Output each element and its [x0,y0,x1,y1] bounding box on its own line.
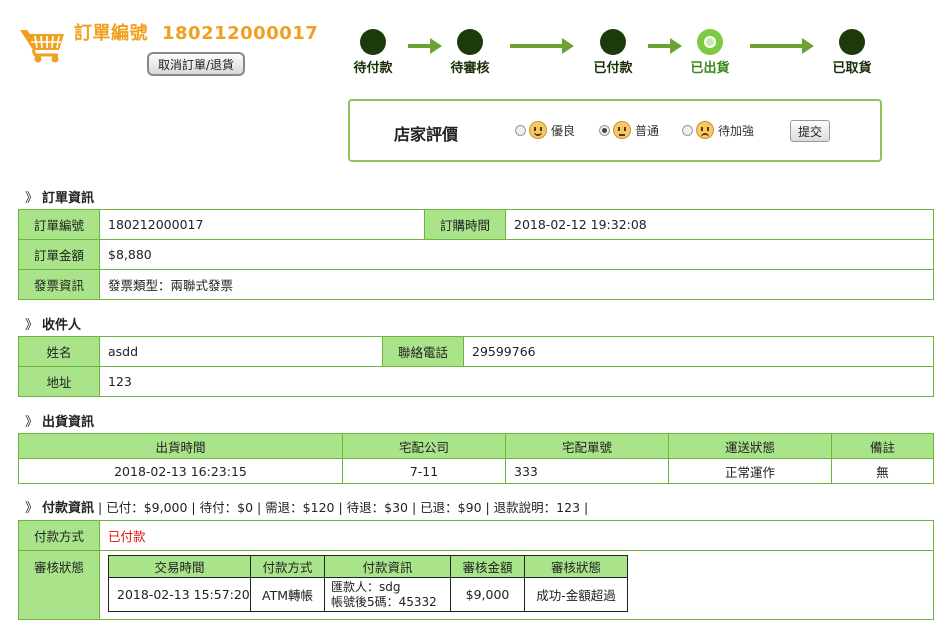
review-payment-method: ATM轉帳 [250,577,325,612]
invoice-label: 發票資訊 [18,269,100,300]
double-chevron-icon: 》 [25,501,39,516]
review-status-label: 審核狀態 [18,550,100,620]
column-header: 交易時間 [108,555,251,578]
order-title-label: 訂單編號 [74,23,148,44]
payment-table: 付款方式 已付款 審核狀態 交易時間 付款方式 付款資訊 審核金額 審核狀態 2… [18,520,934,620]
step-label: 已取貨 [832,61,872,76]
neutral-face-icon [613,121,631,139]
column-header: 宅配單號 [505,433,669,459]
step-dot [600,29,626,55]
step-label: 已付款 [593,61,633,76]
column-header: 運送狀態 [668,433,832,459]
order-info-table: 訂單編號 180212000017 訂購時間 2018-02-12 19:32:… [18,209,934,300]
phone-label: 聯絡電話 [382,336,464,367]
rating-option-normal[interactable]: 普通 [599,121,659,139]
column-header: 出貨時間 [18,433,343,459]
column-header: 審核狀態 [524,555,628,578]
order-no-label: 訂單編號 [18,209,100,240]
payment-method-value: 已付款 [99,520,934,551]
order-title: 訂單編號 180212000017 [74,19,318,45]
recipient-heading: 》收件人 [25,318,82,333]
payment-details: 匯款人：sdg 帳號後5碼：45332 [324,577,451,612]
amount-value: $8,880 [99,239,934,270]
review-amount: $9,000 [450,577,525,612]
invoice-value: 發票類型：兩聯式發票 [99,269,934,300]
payment-method-label: 付款方式 [18,520,100,551]
step-picked-up: 已取貨 [812,29,892,76]
radio-button-selected[interactable] [599,124,610,136]
double-chevron-icon: 》 [25,318,39,333]
tracking-no: 333 [505,458,669,484]
order-info-heading: 》訂單資訊 [25,191,95,206]
double-chevron-icon: 》 [25,191,39,206]
rating-submit-button[interactable]: 提交 [790,120,830,142]
step-arrow [510,38,574,54]
delivery-status: 正常運作 [668,458,832,484]
order-time-label: 訂購時間 [424,209,506,240]
payment-heading: 》付款資訊 | 已付：$9,000 | 待付：$0 | 需退：$120 | 待退：… [25,500,589,516]
radio-button[interactable] [682,124,693,136]
transaction-time: 2018-02-13 15:57:20 [108,577,251,612]
account-last5: 帳號後5碼：45332 [331,594,437,609]
step-pending-review: 待審核 [430,29,510,76]
shipping-heading: 》出貨資訊 [25,415,95,430]
order-number: 180212000017 [162,23,319,44]
shopping-cart-icon [20,30,64,63]
double-chevron-icon: 》 [25,415,39,430]
cancel-return-button[interactable]: 取消訂單/退貨 [147,52,245,76]
review-status: 成功-金額超過 [524,577,628,612]
payment-summary: | 已付：$9,000 | 待付：$0 | 需退：$120 | 待退：$30 |… [98,500,589,515]
step-pending-payment: 待付款 [333,29,413,76]
step-label: 已出貨 [690,61,730,76]
column-header: 付款資訊 [324,555,451,578]
step-dot [360,29,386,55]
courier: 7-11 [342,458,506,484]
phone-value: 29599766 [463,336,934,367]
address-value: 123 [99,366,934,397]
column-header: 付款方式 [250,555,325,578]
rating-option-label: 優良 [551,123,576,138]
step-paid: 已付款 [573,29,653,76]
shipping-table: 出貨時間 宅配公司 宅配單號 運送狀態 備註 2018-02-13 16:23:… [18,433,934,484]
column-header: 備註 [831,433,934,459]
rating-option-good[interactable]: 優良 [515,121,575,139]
step-shipped: 已出貨 [670,29,750,76]
column-header: 審核金額 [450,555,525,578]
amount-label: 訂單金額 [18,239,100,270]
step-dot [457,29,483,55]
remitter: 匯款人：sdg [331,579,401,594]
review-table: 交易時間 付款方式 付款資訊 審核金額 審核狀態 2018-02-13 15:5… [108,555,628,612]
table-row: 2018-02-13 16:23:15 7-11 333 正常運作 無 [18,458,934,484]
column-header: 宅配公司 [342,433,506,459]
step-dot-current [697,29,723,55]
name-label: 姓名 [18,336,100,367]
ship-time: 2018-02-13 16:23:15 [18,458,343,484]
step-arrow [750,38,814,54]
rating-option-improve[interactable]: 待加強 [682,121,754,139]
address-label: 地址 [18,366,100,397]
radio-button[interactable] [515,124,526,136]
rating-title: 店家評價 [394,125,459,144]
order-time-value: 2018-02-12 19:32:08 [505,209,934,240]
step-arrow [648,38,682,54]
rating-option-label: 待加強 [718,123,755,138]
step-label: 待審核 [450,61,490,76]
name-value: asdd [99,336,383,367]
order-no-value: 180212000017 [99,209,425,240]
recipient-table: 姓名 asdd 聯絡電話 29599766 地址 123 [18,336,934,397]
step-dot [839,29,865,55]
step-arrow [408,38,442,54]
rating-option-label: 普通 [635,123,660,138]
step-label: 待付款 [353,61,393,76]
smile-face-icon [529,121,547,139]
table-row: 2018-02-13 15:57:20 ATM轉帳 匯款人：sdg 帳號後5碼：… [108,577,628,612]
remark: 無 [831,458,934,484]
sad-face-icon [696,121,714,139]
review-cell: 交易時間 付款方式 付款資訊 審核金額 審核狀態 2018-02-13 15:5… [99,550,934,620]
